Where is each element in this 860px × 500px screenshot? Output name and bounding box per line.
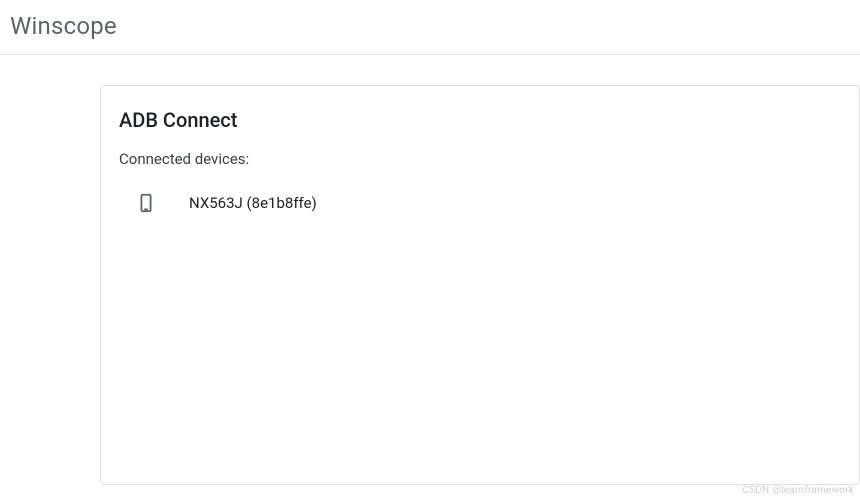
card-title: ADB Connect [119, 108, 841, 132]
smartphone-icon [135, 192, 157, 214]
app-header: Winscope [0, 0, 860, 55]
device-label: NX563J (8e1b8ffe) [189, 194, 317, 212]
app-title: Winscope [10, 12, 850, 40]
main-content: ADB Connect Connected devices: NX563J (8… [0, 55, 860, 485]
watermark: CSDN @learnframework [742, 485, 854, 496]
connected-devices-label: Connected devices: [119, 150, 841, 168]
adb-connect-card: ADB Connect Connected devices: NX563J (8… [100, 85, 860, 485]
device-row[interactable]: NX563J (8e1b8ffe) [119, 192, 841, 214]
